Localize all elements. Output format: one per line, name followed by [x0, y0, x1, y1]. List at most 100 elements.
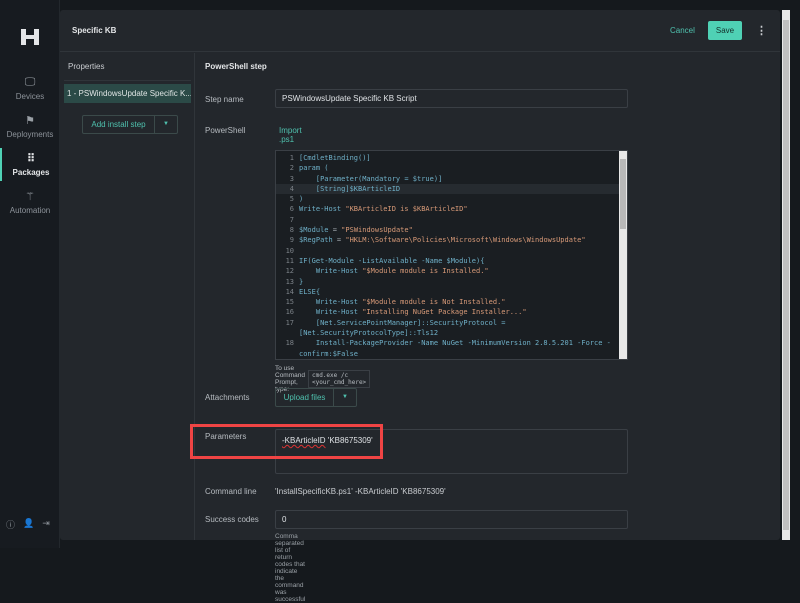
line-number: 8	[289, 226, 294, 235]
grid-icon: ⠿	[26, 153, 36, 165]
attachments-label: Attachments	[205, 393, 250, 402]
properties-heading: Properties	[68, 62, 105, 71]
line-number: 17	[285, 318, 294, 327]
powershell-label: PowerShell	[205, 126, 246, 135]
code-token: IF(Get-Module -ListAvailable -Name $Modu…	[299, 256, 485, 265]
code-token: "PSWindowsUpdate"	[341, 226, 413, 235]
code-line: 1 [CmdletBinding()]	[276, 153, 627, 163]
code-token: )	[299, 195, 304, 204]
help-icon[interactable]: ⓘ	[6, 518, 15, 531]
code-token: }	[299, 277, 304, 286]
code-line: 16 Write-Host "Installing NuGet Package …	[276, 307, 627, 317]
code-line: 7	[276, 215, 627, 225]
code-token: "$Module module is Not Installed."	[362, 298, 506, 307]
code-line: 18 Install-PackageProvider -Name NuGet -…	[276, 338, 627, 348]
line-number	[276, 328, 294, 338]
code-token: "HKLM:\Software\Policies\Microsoft\Windo…	[345, 236, 586, 245]
line-number: 5	[289, 195, 294, 204]
line-number: 6	[289, 205, 294, 214]
add-user-icon[interactable]: 👤	[23, 518, 34, 531]
left-nav: 🖵 Devices ⚑ Deployments ⠿ Packages ⚚ Automat…	[0, 0, 60, 548]
line-number: 10	[285, 246, 294, 255]
line-number: 1	[289, 154, 294, 162]
step-name-label: Step name	[205, 95, 244, 104]
line-number: 11	[285, 256, 294, 265]
code-line: 5)	[276, 194, 627, 204]
code-line: [Net.SecurityProtocolType]::Tls12	[276, 328, 627, 338]
logo-icon	[21, 29, 39, 45]
logout-icon[interactable]: ⇥	[42, 518, 50, 531]
line-number: 12	[285, 267, 294, 276]
code-line: confirm:$False	[276, 349, 627, 359]
chevron-down-icon[interactable]: ▼	[155, 116, 177, 133]
flag-icon: ⚑	[25, 115, 35, 127]
properties-panel: Properties 1 - PSWindowsUpdate Specific …	[60, 53, 195, 540]
code-token: [CmdletBinding()]	[299, 154, 371, 162]
line-number: 13	[285, 277, 294, 286]
success-codes-input[interactable]: 0	[275, 510, 628, 529]
nav-automation[interactable]: ⚚ Automation	[0, 190, 60, 215]
code-token: [Net.SecurityProtocolType]::Tls12	[299, 329, 439, 338]
line-number: 4	[289, 184, 294, 193]
nav-deployments[interactable]: ⚑ Deployments	[0, 114, 60, 139]
page-scrollbar[interactable]	[782, 10, 790, 540]
code-line: 2 param (	[276, 163, 627, 173]
code-token: ELSE{	[299, 287, 321, 296]
code-token: "Installing NuGet Package Installer..."	[362, 308, 527, 317]
package-editor: Specific KB Cancel Save ⋮ Properties 1 -…	[60, 10, 780, 603]
code-line: 14 ELSE{	[276, 287, 627, 297]
line-number: 9	[289, 236, 294, 245]
command-line-value: 'InstallSpecificKB.ps1' -KBArticleID 'KB…	[275, 487, 446, 496]
code-token: $RegPath	[299, 236, 333, 245]
code-line: 15 Write-Host "$Module module is Not Ins…	[276, 297, 627, 307]
code-line: 17 [Net.ServicePointManager]::SecurityPr…	[276, 318, 627, 328]
line-number: 18	[285, 339, 294, 348]
success-codes-hint: Comma separated list of return codes tha…	[275, 533, 306, 603]
code-line: 4 [String]$KBArticleID	[276, 183, 627, 195]
chevron-down-icon[interactable]: ▼	[334, 389, 356, 406]
line-number: 14	[285, 287, 294, 296]
line-number: 2	[289, 164, 294, 173]
install-step-item[interactable]: 1 - PSWindowsUpdate Specific K...	[64, 84, 191, 103]
code-token: [Parameter(Mandatory = $true)]	[299, 174, 443, 183]
code-token: param (	[299, 164, 329, 173]
nav-devices[interactable]: 🖵 Devices	[0, 76, 60, 101]
upload-files-button[interactable]: Upload files ▼	[275, 388, 357, 407]
cmd-hint-code: cmd.exe /c <your_cmd_here>	[307, 370, 371, 388]
code-line: 3 [Parameter(Mandatory = $true)]	[276, 174, 627, 184]
code-token: $Module	[299, 226, 329, 235]
step-name-input[interactable]: PSWindowsUpdate Specific KB Script	[275, 89, 628, 108]
editor-scrollbar[interactable]	[619, 151, 627, 359]
code-token: [String]$KBArticleID	[299, 184, 401, 193]
code-line: 8 $Module = "PSWindowsUpdate"	[276, 225, 627, 235]
code-token: Install-PackageProvider -Name NuGet -Min…	[299, 339, 611, 348]
add-install-step-button[interactable]: Add install step ▼	[82, 115, 178, 134]
code-line: 10	[276, 246, 627, 256]
command-line-label: Command line	[205, 487, 257, 496]
line-number	[276, 349, 294, 359]
line-number: 3	[289, 174, 294, 183]
code-token: Write-Host	[299, 308, 363, 317]
line-number: 7	[289, 215, 294, 224]
import-ps1-link[interactable]: Import .ps1	[279, 126, 302, 144]
code-token: Write-Host	[299, 267, 363, 276]
cancel-button[interactable]: Cancel	[670, 26, 695, 35]
code-token: "KBArticleID is $KBArticleID"	[345, 205, 468, 214]
section-title: PowerShell step	[205, 62, 267, 71]
line-number: 16	[285, 308, 294, 317]
code-token: Write-Host	[299, 298, 363, 307]
code-token: =	[332, 236, 346, 245]
code-editor[interactable]: 1 [CmdletBinding()] 2 param (3 [Parameter(M…	[275, 150, 628, 360]
save-button[interactable]: Save	[708, 21, 742, 40]
success-codes-label: Success codes	[205, 515, 259, 524]
code-line: 12 Write-Host "$Module module is Install…	[276, 266, 627, 276]
code-line: 9 $RegPath = "HKLM:\Software\Policies\Mic…	[276, 235, 627, 245]
monitor-icon: 🖵	[24, 76, 36, 88]
code-token: =	[328, 226, 342, 235]
header: Specific KB Cancel Save ⋮	[60, 10, 780, 52]
code-line: 13}	[276, 277, 627, 287]
highlight-box	[190, 424, 383, 459]
more-options-icon[interactable]: ⋮	[756, 24, 767, 37]
nav-packages[interactable]: ⠿ Packages	[0, 148, 60, 181]
magic-wand-icon: ⚚	[25, 191, 35, 203]
